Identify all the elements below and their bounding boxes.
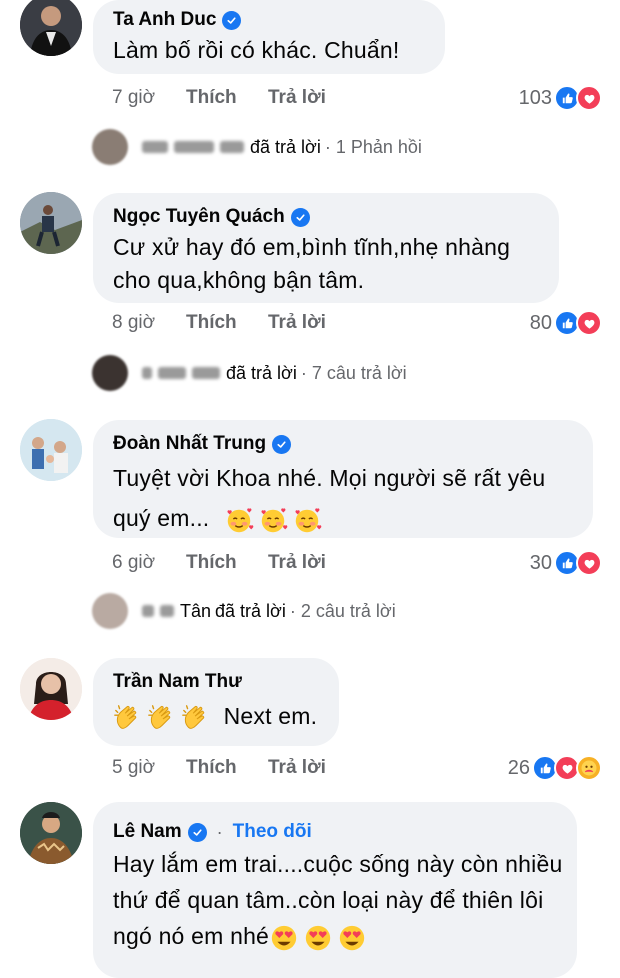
comment-time[interactable]: 7 giờ <box>112 87 186 109</box>
heart-eyes-icon <box>303 923 333 953</box>
verified-badge-icon <box>272 434 292 454</box>
reaction-summary[interactable]: 103 <box>519 83 602 113</box>
reply-button[interactable]: Trả lời <box>268 552 326 574</box>
reply-button[interactable]: Trả lời <box>268 757 326 779</box>
reaction-summary[interactable]: 30 <box>530 548 602 578</box>
commenter-name[interactable]: Lê Nam <box>113 821 182 843</box>
smiling-face-with-hearts-icon <box>292 505 322 535</box>
clapping-hands-icon <box>181 703 211 733</box>
heart-eyes-icon <box>269 923 299 953</box>
heart-icon <box>576 550 602 576</box>
like-button[interactable]: Thích <box>186 312 268 334</box>
smiling-face-with-hearts-icon <box>224 505 254 535</box>
replies-link[interactable]: đã trả lời · 1 Phản hồi <box>92 129 422 165</box>
commenter-name[interactable]: Ta Anh Duc <box>113 9 216 31</box>
commenter-name[interactable]: Trần Nam Thư <box>113 671 242 693</box>
comment-text: Hay lắm em trai....cuộc sống này còn nhi… <box>113 846 563 954</box>
avatar <box>92 355 128 391</box>
reaction-summary[interactable]: 26 <box>508 753 602 783</box>
comment-text-content: Next em. <box>223 703 318 729</box>
like-button[interactable]: Thích <box>186 757 268 779</box>
avatar <box>92 129 128 165</box>
like-button[interactable]: Thích <box>186 87 268 109</box>
heart-eyes-icon <box>337 923 367 953</box>
comment-text-content: Tuyệt vời Khoa nhé. Mọi người sẽ rất yêu… <box>113 465 546 531</box>
replies-action: đã trả lời <box>226 362 297 383</box>
comment-bubble: Ta Anh Duc Làm bố rồi có khác. Chuẩn! <box>93 0 445 74</box>
replies-summary: · 7 câu trả lời <box>300 362 407 383</box>
follow-separator: · <box>216 821 223 842</box>
comment-actions: 6 giờ Thích Trả lời <box>112 548 326 578</box>
commenter-name[interactable]: Ngọc Tuyên Quách <box>113 206 285 228</box>
comment-bubble: Trần Nam Thư Next em. <box>93 658 339 746</box>
reaction-summary[interactable]: 80 <box>530 308 602 338</box>
comment-text: Cư xử hay đó em,bình tĩnh,nhẹ nhàng cho … <box>113 234 511 293</box>
comment-bubble: Ngọc Tuyên Quách Cư xử hay đó em,bình tĩ… <box>93 193 559 303</box>
reply-button[interactable]: Trả lời <box>268 87 326 109</box>
avatar <box>92 593 128 629</box>
reply-button[interactable]: Trả lời <box>268 312 326 334</box>
comment-actions: 5 giờ Thích Trả lời <box>112 753 326 783</box>
avatar[interactable] <box>20 0 82 56</box>
comment-text: Tuyệt vời Khoa nhé. Mọi người sẽ rất yêu… <box>113 458 583 538</box>
replies-action: đã trả lời <box>215 600 286 621</box>
reaction-count: 103 <box>518 86 552 109</box>
comment-time[interactable]: 5 giờ <box>112 757 186 779</box>
comment-text: Next em. <box>113 696 319 736</box>
replies-name: Tân <box>180 600 212 621</box>
reaction-count: 26 <box>507 756 530 779</box>
avatar[interactable] <box>20 419 82 481</box>
avatar[interactable] <box>20 192 82 254</box>
commenter-name[interactable]: Đoàn Nhất Trung <box>113 433 266 455</box>
follow-button[interactable]: Theo dõi <box>233 821 312 843</box>
reaction-count: 80 <box>529 311 552 334</box>
comment-time[interactable]: 6 giờ <box>112 552 186 574</box>
like-button[interactable]: Thích <box>186 552 268 574</box>
verified-badge-icon <box>187 822 207 842</box>
heart-icon <box>576 85 602 111</box>
replies-action: đã trả lời <box>250 136 321 157</box>
verified-badge-icon <box>222 10 242 30</box>
comment-bubble: Lê Nam · Theo dõi Hay lắm em trai....cuộ… <box>93 802 577 978</box>
replies-link[interactable]: đã trả lời · 7 câu trả lời <box>92 355 407 391</box>
care-hug-icon <box>576 755 602 781</box>
reaction-count: 30 <box>529 551 552 574</box>
replies-summary: · 2 câu trả lời <box>289 600 396 621</box>
comment-time[interactable]: 8 giờ <box>112 312 186 334</box>
avatar[interactable] <box>20 658 82 720</box>
verified-badge-icon <box>290 207 310 227</box>
heart-icon <box>576 310 602 336</box>
comment-bubble: Đoàn Nhất Trung Tuyệt vời Khoa nhé. Mọi … <box>93 420 593 538</box>
comment-text: Làm bố rồi có khác. Chuẩn! <box>113 37 400 63</box>
avatar[interactable] <box>20 802 82 864</box>
comment-actions: 8 giờ Thích Trả lời <box>112 308 326 338</box>
replies-summary: · 1 Phản hồi <box>324 136 422 157</box>
replies-link[interactable]: Tân đã trả lời · 2 câu trả lời <box>92 593 396 629</box>
smiling-face-with-hearts-icon <box>258 505 288 535</box>
clapping-hands-icon <box>113 703 143 733</box>
comment-actions: 7 giờ Thích Trả lời <box>112 83 326 113</box>
clapping-hands-icon <box>147 703 177 733</box>
